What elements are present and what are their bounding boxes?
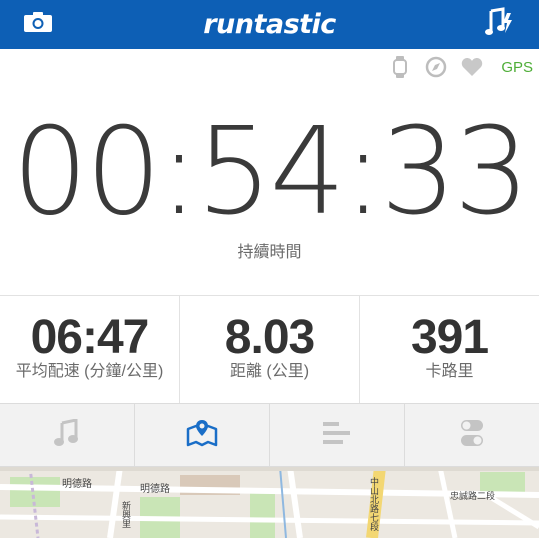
distance-label: 距離 (公里): [229, 363, 310, 380]
toggle-icon: [460, 419, 484, 452]
map-label: 明德路: [62, 479, 92, 490]
bottom-tabs: [0, 403, 539, 467]
map-label: 忠誠路二段: [450, 491, 496, 501]
stats-row: 06:47 平均配速 (分鐘/公里) 8.03 距離 (公里) 391 卡路里: [0, 295, 539, 403]
map-label: 新興里: [121, 501, 131, 528]
pace-value: 06:47: [30, 311, 150, 364]
calories-stat: 391 卡路里: [360, 296, 539, 403]
heart-icon[interactable]: [461, 56, 483, 78]
route-map[interactable]: 明德路 明德路 新興里 中山北路七段 忠誠路二段: [0, 467, 539, 538]
music-button[interactable]: [469, 0, 529, 49]
calories-value: 391: [410, 311, 489, 364]
music-note-flash-icon: [485, 7, 513, 42]
distance-value: 8.03: [224, 311, 315, 364]
compass-icon[interactable]: [425, 56, 447, 78]
duration-label: 持續時間: [237, 244, 302, 261]
distance-stat: 8.03 距離 (公里): [180, 296, 360, 403]
map-label: 中山北路七段: [369, 477, 379, 531]
pace-label: 平均配速 (分鐘/公里): [15, 363, 164, 380]
calories-label: 卡路里: [425, 363, 474, 380]
pace-stat: 06:47 平均配速 (分鐘/公里): [0, 296, 180, 403]
duration-timer: 00:54:33: [12, 103, 530, 242]
app-logo: runtastic: [203, 9, 336, 40]
gps-indicator: GPS: [501, 58, 533, 76]
app-header: runtastic: [0, 0, 539, 49]
map-label: 明德路: [140, 484, 170, 495]
bar-chart-icon: [323, 421, 351, 449]
map-icon: [186, 419, 218, 452]
tab-stats[interactable]: [270, 404, 405, 466]
status-bar: GPS: [389, 52, 533, 82]
tab-settings[interactable]: [405, 404, 539, 466]
tab-map[interactable]: [135, 404, 270, 466]
music-icon: [54, 417, 80, 452]
watch-icon[interactable]: [389, 56, 411, 78]
tab-music[interactable]: [0, 404, 135, 466]
